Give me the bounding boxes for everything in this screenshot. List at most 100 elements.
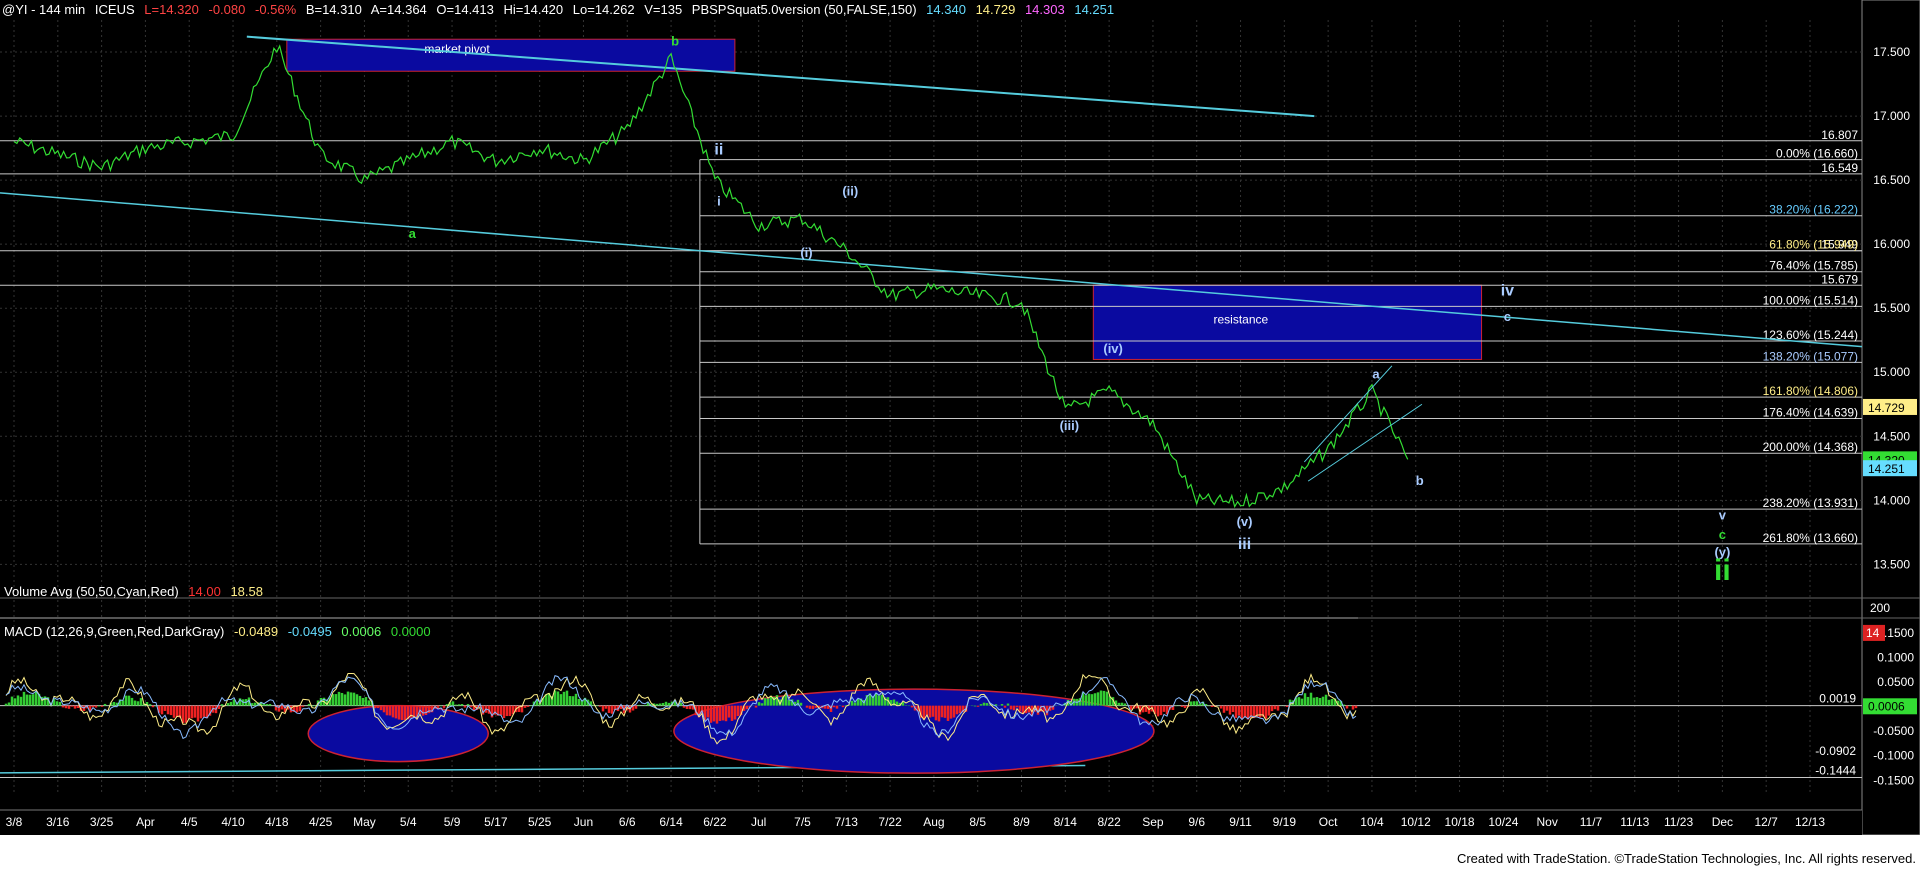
date-tick-label: 10/12	[1401, 815, 1431, 829]
date-tick-label: 12/7	[1755, 815, 1779, 829]
wave-label: ii	[714, 141, 723, 158]
volume-value: V=135	[644, 2, 683, 17]
fib-level-label: 200.00% (14.368)	[1763, 440, 1858, 454]
symbol-label: @YI - 144 min	[2, 2, 86, 17]
date-tick-label: 6/14	[659, 815, 683, 829]
fib-level-label: 238.20% (13.931)	[1763, 496, 1858, 510]
channel-lower	[1307, 403, 1423, 482]
price-tick-label: 15.000	[1873, 365, 1910, 379]
volume-bars	[0, 617, 1358, 619]
price-tick-label: 14.000	[1873, 493, 1910, 507]
price-change-pct: -0.56%	[254, 2, 297, 17]
price-tick-label: 15.500	[1873, 301, 1910, 315]
chart-canvas: 3/8 3/16 3/25 Apr 4/5 4/10 4/18 4/25 May 5/4 5/9 5/…	[0, 0, 1920, 870]
horizontal-level-label: 15.679	[1821, 272, 1858, 286]
fib-level-label: 100.00% (15.514)	[1763, 293, 1858, 307]
date-tick-label: 5/17	[484, 815, 508, 829]
date-tick-label: 7/22	[878, 815, 902, 829]
date-tick-label: 4/18	[265, 815, 289, 829]
price-tick-label: 13.500	[1873, 557, 1910, 571]
date-tick-label: 12/13	[1795, 815, 1825, 829]
date-tick-label: 11/13	[1620, 815, 1649, 829]
macd-tick-label: 0.0500	[1877, 675, 1914, 689]
date-tick-label: 6/22	[703, 815, 727, 829]
date-tick-label: 5/9	[444, 815, 461, 829]
fib-level-label: 76.40% (15.785)	[1769, 259, 1858, 273]
date-tick-label: 7/5	[794, 815, 811, 829]
price-series-line	[13, 44, 1409, 509]
wave-label: (ii)	[842, 183, 858, 198]
macd-tick-label: -0.1000	[1873, 749, 1914, 763]
open-price: O=14.413	[436, 2, 494, 17]
volume-study-name: Volume Avg (50,50,Cyan,Red)	[4, 584, 179, 599]
date-tick-label: Jul	[751, 815, 766, 829]
macd-study-name: MACD (12,26,9,Green,Red,DarkGray)	[4, 624, 225, 639]
macd-value-4: 0.0000	[390, 624, 431, 639]
macd-tick-label: -0.0500	[1873, 724, 1914, 738]
wave-label: c	[1719, 527, 1726, 542]
date-tick-label: 5/25	[528, 815, 552, 829]
date-tick-label: Jun	[574, 815, 593, 829]
horizontal-level-label: 16.549	[1821, 161, 1858, 175]
wave-label: (v)	[1237, 514, 1253, 529]
macd-axis-tag-label: 14	[1866, 626, 1880, 640]
resistance-box	[1092, 284, 1483, 360]
wave-label: b	[1416, 473, 1424, 488]
date-tick-label: May	[353, 815, 376, 829]
date-tick-label: 10/4	[1360, 815, 1384, 829]
low-price: Lo=14.262	[572, 2, 635, 17]
date-tick-label: Nov	[1536, 815, 1557, 829]
wave-label: ii	[1714, 554, 1731, 587]
study-value-3: 14.303	[1024, 2, 1065, 17]
fib-level-label: 261.80% (13.660)	[1763, 531, 1858, 545]
macd-level-label: -0.0902	[1815, 744, 1856, 758]
date-tick-label: 7/13	[835, 815, 859, 829]
macd-level-label: 0.0019	[1819, 692, 1856, 706]
date-tick-label: 6/6	[619, 815, 636, 829]
last-price: L=14.320	[144, 2, 199, 17]
date-tick-label: 5/4	[400, 815, 417, 829]
macd-value-2: -0.0495	[287, 624, 332, 639]
macd-hist-tag-label: 0.0006	[1868, 699, 1905, 713]
wave-label: c	[1504, 309, 1511, 324]
date-tick-label: Dec	[1712, 815, 1733, 829]
date-tick-label: 8/22	[1097, 815, 1121, 829]
price-tick-label: 17.500	[1873, 45, 1910, 59]
macd-value-3: 0.0006	[341, 624, 382, 639]
price-tag-label: 14.251	[1868, 462, 1905, 476]
date-tick-label: 8/14	[1054, 815, 1078, 829]
bid-price: B=14.310	[305, 2, 362, 17]
price-tick-label: 16.500	[1873, 173, 1910, 187]
volume-value-2: 18.58	[230, 584, 263, 599]
wave-label: (iii)	[1060, 418, 1080, 433]
wave-label: (i)	[800, 245, 812, 260]
study-value-2: 14.729	[975, 2, 1016, 17]
macd-value-1: -0.0489	[233, 624, 279, 639]
fib-level-label: 0.00% (16.660)	[1776, 147, 1858, 161]
date-tick-label: Sep	[1142, 815, 1164, 829]
volume-value-1: 14.00	[188, 584, 221, 599]
macd-tick-label: 0.1000	[1877, 650, 1914, 664]
horizontal-level-label: 16.807	[1821, 128, 1858, 142]
upper-trendline	[246, 35, 1315, 118]
chart-window: { "header": { "symbol": "@YI - 144 min",…	[0, 0, 1920, 870]
date-tick-label: 11/7	[1580, 815, 1603, 829]
date-tick-label: 3/8	[6, 815, 23, 829]
date-tick-label: 4/5	[181, 815, 198, 829]
fib-level-label: 176.40% (14.639)	[1763, 405, 1858, 419]
wave-label: iii	[1238, 536, 1251, 553]
date-tick-label: 4/10	[221, 815, 245, 829]
macd-indicator-label: MACD (12,26,9,Green,Red,DarkGray) -0.048…	[4, 624, 437, 639]
wave-label: a	[1372, 367, 1380, 382]
high-price: Hi=14.420	[503, 2, 564, 17]
date-tick-label: 3/25	[90, 815, 114, 829]
date-tick-label: Apr	[136, 815, 155, 829]
fib-level-label: 138.20% (15.077)	[1763, 349, 1858, 363]
price-change: -0.080	[208, 2, 246, 17]
wave-label: v	[1719, 508, 1727, 523]
price-tag-label: 14.729	[1868, 401, 1905, 415]
volume-axis-label: 200	[1870, 601, 1890, 615]
study-name: PBSPSquat5.0version (50,FALSE,150)	[691, 2, 917, 17]
date-tick-label: 10/24	[1488, 815, 1518, 829]
wave-label: a	[409, 226, 417, 241]
